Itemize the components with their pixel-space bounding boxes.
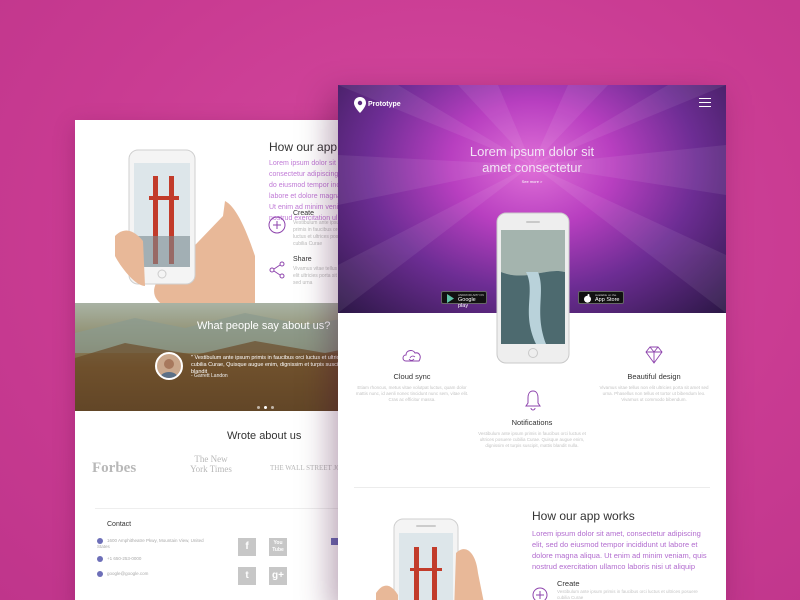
carousel-dots[interactable] — [257, 396, 278, 411]
hand-holding-phone-image — [376, 518, 484, 600]
hero-title-line-2: amet consectetur — [482, 160, 582, 175]
facebook-icon[interactable]: f — [238, 538, 256, 556]
see-more-link[interactable]: See more > — [338, 179, 726, 184]
feature-create-text: Vestibulum ante ipsum primis in faucibus… — [557, 589, 698, 600]
feature-create-title: Create — [293, 210, 315, 217]
twitter-icon[interactable]: t — [238, 567, 256, 585]
app-store-badge[interactable]: Available on the App Store — [578, 291, 624, 304]
avatar — [155, 352, 183, 380]
testimonial-author: - Garrett Landon — [191, 373, 228, 379]
testimonial-section: What people say about us? " Vestibulum a… — [75, 303, 365, 411]
feature-cloud-sync-title: Cloud sync — [393, 372, 431, 381]
feature-beautiful-design-text: Vivamus vitae tellus non elit ultricies … — [599, 385, 709, 402]
hero-title: Lorem ipsum dolor sit amet consectetur — [338, 144, 726, 176]
contact-phone-text: +1 650-253-0000 — [107, 556, 142, 562]
cloud-sync-icon — [402, 350, 421, 362]
phone-mockup-image — [496, 212, 570, 364]
diamond-icon — [645, 346, 663, 364]
plus-circle-icon — [268, 216, 286, 234]
forbes-logo: Forbes — [92, 460, 137, 476]
feature-share-title: Share — [293, 256, 312, 263]
brand-name[interactable]: Prototype — [368, 101, 401, 108]
feature-beautiful-design-title: Beautiful design — [627, 372, 681, 381]
carousel-dot[interactable] — [271, 406, 274, 409]
back-landing-page: How our app Lorem ipsum dolor sit amet, … — [75, 120, 365, 600]
how-app-works-text: Lorem ipsum dolor sit amet, consectetur … — [532, 529, 707, 571]
hand-holding-phone-image — [115, 149, 255, 306]
feature-cloud-sync-text: Etiam rhoncus, metus vitae volutpat luct… — [355, 385, 469, 402]
youtube-icon[interactable]: You Tube — [269, 538, 287, 556]
map-pin-icon[interactable] — [354, 97, 366, 113]
bell-icon — [525, 390, 541, 411]
carousel-dot[interactable] — [257, 406, 260, 409]
how-app-works-title: How our app — [269, 140, 338, 154]
front-landing-page: Prototype Lorem ipsum dolor sit amet con… — [338, 85, 726, 600]
share-icon — [269, 261, 285, 279]
app-store-badge-label: App Store — [595, 297, 620, 303]
contact-email-text[interactable]: google@google.com — [107, 571, 148, 576]
phone-icon — [97, 556, 103, 562]
feature-create-title: Create — [557, 579, 580, 588]
feature-notifications-title: Notifications — [511, 418, 553, 427]
google-play-icon — [447, 294, 454, 303]
how-app-works-title: How our app works — [532, 509, 635, 523]
contact-address-text: 1600 Amphitheatre Pkwy, Mountain View, U… — [97, 538, 204, 550]
mail-icon — [97, 571, 103, 577]
plus-circle-icon — [532, 587, 548, 600]
feature-notifications-text: Vestibulum ante ipsum primis in faucibus… — [478, 431, 586, 448]
contact-phone: +1 650-253-0000 — [97, 556, 141, 562]
carousel-dot[interactable] — [264, 406, 267, 409]
testimonial-title: What people say about us? — [197, 320, 331, 332]
hero-title-line-1: Lorem ipsum dolor sit — [469, 144, 595, 159]
globe-icon — [97, 538, 103, 544]
wrote-about-us-title: Wrote about us — [227, 430, 302, 442]
divider — [95, 508, 365, 509]
apple-icon — [584, 294, 591, 303]
hamburger-menu-icon[interactable] — [699, 98, 711, 108]
google-play-badge[interactable]: ANDROID APP ON Google play — [441, 291, 487, 309]
nyt-logo: The New York Times — [190, 454, 232, 474]
google-play-badge-label: Google play — [458, 297, 476, 309]
divider — [354, 487, 710, 488]
contact-email[interactable]: google@google.com — [97, 571, 148, 577]
contact-address: 1600 Amphitheatre Pkwy, Mountain View, U… — [97, 538, 207, 550]
contact-title: Contact — [107, 521, 132, 528]
google-plus-icon[interactable]: g+ — [269, 567, 287, 585]
